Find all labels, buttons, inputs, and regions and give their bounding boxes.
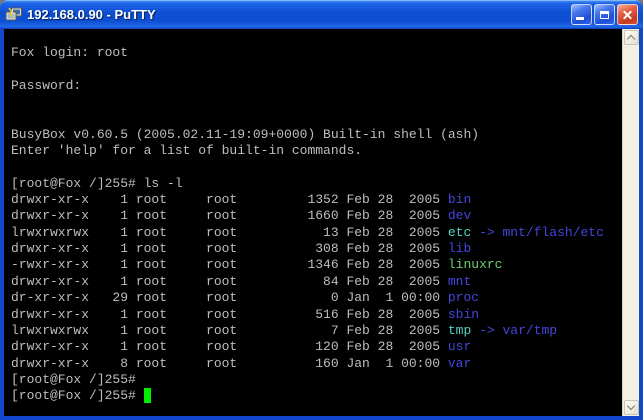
- minimize-button[interactable]: [571, 4, 592, 25]
- terminal-text: dr-xr-xr-x 29 root root 0 Jan 1 00:00: [11, 290, 448, 305]
- terminal-line: [root@Fox /]255#: [11, 372, 622, 388]
- chevron-up-icon: [627, 35, 635, 43]
- terminal-text: drwxr-xr-x 1 root root 1352 Feb 28 2005: [11, 192, 448, 207]
- terminal-text: dev: [448, 208, 471, 223]
- terminal-text: tmp: [448, 323, 471, 338]
- terminal-line: Password:: [11, 78, 622, 94]
- terminal-line: Enter 'help' for a list of built-in comm…: [11, 143, 622, 159]
- terminal-line: [11, 94, 622, 110]
- terminal-text: drwxr-xr-x 1 root root 120 Feb 28 2005: [11, 339, 448, 354]
- close-icon: [622, 9, 633, 20]
- terminal-line: [root@Fox /]255#: [11, 388, 622, 404]
- title-bar[interactable]: 192.168.0.90 - PuTTY: [0, 0, 643, 29]
- terminal-text: lib: [448, 241, 471, 256]
- putty-icon: [5, 7, 23, 23]
- maximize-button[interactable]: [594, 4, 615, 25]
- terminal-text: Password:: [11, 78, 81, 93]
- terminal-text: lrwxrwxrwx 1 root root 7 Feb 28 2005: [11, 323, 448, 338]
- window-controls: [571, 4, 638, 25]
- terminal-screen[interactable]: Fox login: root Password: BusyBox v0.60.5 …: [4, 29, 622, 416]
- terminal-line: dr-xr-xr-x 29 root root 0 Jan 1 00:00 pr…: [11, 290, 622, 306]
- terminal-line: Fox login: root: [11, 45, 622, 61]
- terminal-text: [root@Fox /]255#: [11, 372, 136, 387]
- terminal-text: linuxrc: [448, 257, 503, 272]
- terminal-text: bin: [448, 192, 471, 207]
- terminal-text: drwxr-xr-x 1 root root 516 Feb 28 2005: [11, 307, 448, 322]
- terminal-text: Enter 'help' for a list of built-in comm…: [11, 143, 362, 158]
- scrollbar: [622, 29, 639, 416]
- terminal-line: drwxr-xr-x 1 root root 516 Feb 28 2005 s…: [11, 307, 622, 323]
- terminal-area: Fox login: root Password: BusyBox v0.60.5 …: [4, 29, 639, 416]
- terminal-text: drwxr-xr-x 8 root root 160 Jan 1 00:00: [11, 356, 448, 371]
- putty-window: 192.168.0.90 - PuTTY Fox login: root Pass…: [0, 0, 643, 420]
- terminal-line: drwxr-xr-x 1 root root 120 Feb 28 2005 u…: [11, 339, 622, 355]
- terminal-line: BusyBox v0.60.5 (2005.02.11-19:09+0000) …: [11, 127, 622, 143]
- terminal-line: drwxr-xr-x 1 root root 84 Feb 28 2005 mn…: [11, 274, 622, 290]
- terminal-text: -> mnt/flash/etc: [471, 225, 604, 240]
- close-button[interactable]: [617, 4, 638, 25]
- terminal-text: lrwxrwxrwx 1 root root 13 Feb 28 2005: [11, 225, 448, 240]
- terminal-text: etc: [448, 225, 471, 240]
- window-title: 192.168.0.90 - PuTTY: [27, 7, 571, 22]
- terminal-text: drwxr-xr-x 1 root root 84 Feb 28 2005: [11, 274, 448, 289]
- terminal-text: proc: [448, 290, 479, 305]
- terminal-line: [11, 61, 622, 77]
- terminal-text: [root@Fox /]255# ls -l: [11, 176, 183, 191]
- terminal-line: drwxr-xr-x 1 root root 1660 Feb 28 2005 …: [11, 208, 622, 224]
- terminal-line: [11, 159, 622, 175]
- terminal-text: drwxr-xr-x 1 root root 1660 Feb 28 2005: [11, 208, 448, 223]
- terminal-text: -> var/tmp: [471, 323, 557, 338]
- terminal-line: [root@Fox /]255# ls -l: [11, 176, 622, 192]
- minimize-icon: [576, 17, 584, 20]
- maximize-icon: [600, 11, 609, 19]
- terminal-text: BusyBox v0.60.5 (2005.02.11-19:09+0000) …: [11, 127, 479, 142]
- scrollbar-track[interactable]: [623, 46, 639, 399]
- terminal-text: drwxr-xr-x 1 root root 308 Feb 28 2005: [11, 241, 448, 256]
- terminal-line: [11, 110, 622, 126]
- chevron-down-icon: [627, 402, 635, 410]
- terminal-line: drwxr-xr-x 1 root root 308 Feb 28 2005 l…: [11, 241, 622, 257]
- terminal-line: lrwxrwxrwx 1 root root 7 Feb 28 2005 tmp…: [11, 323, 622, 339]
- terminal-text: -rwxr-xr-x 1 root root 1346 Feb 28 2005: [11, 257, 448, 272]
- terminal-line: drwxr-xr-x 1 root root 1352 Feb 28 2005 …: [11, 192, 622, 208]
- terminal-line: -rwxr-xr-x 1 root root 1346 Feb 28 2005 …: [11, 257, 622, 273]
- terminal-text: usr: [448, 339, 471, 354]
- terminal-text: var: [448, 356, 471, 371]
- terminal-cursor: [144, 388, 152, 403]
- terminal-text: mnt: [448, 274, 471, 289]
- scrollbar-up-button[interactable]: [624, 30, 639, 45]
- terminal-line: drwxr-xr-x 8 root root 160 Jan 1 00:00 v…: [11, 356, 622, 372]
- terminal-text: [root@Fox /]255#: [11, 388, 144, 403]
- terminal-line: lrwxrwxrwx 1 root root 13 Feb 28 2005 et…: [11, 225, 622, 241]
- terminal-text: sbin: [448, 307, 479, 322]
- scrollbar-down-button[interactable]: [624, 400, 639, 415]
- terminal-text: Fox login: root: [11, 45, 128, 60]
